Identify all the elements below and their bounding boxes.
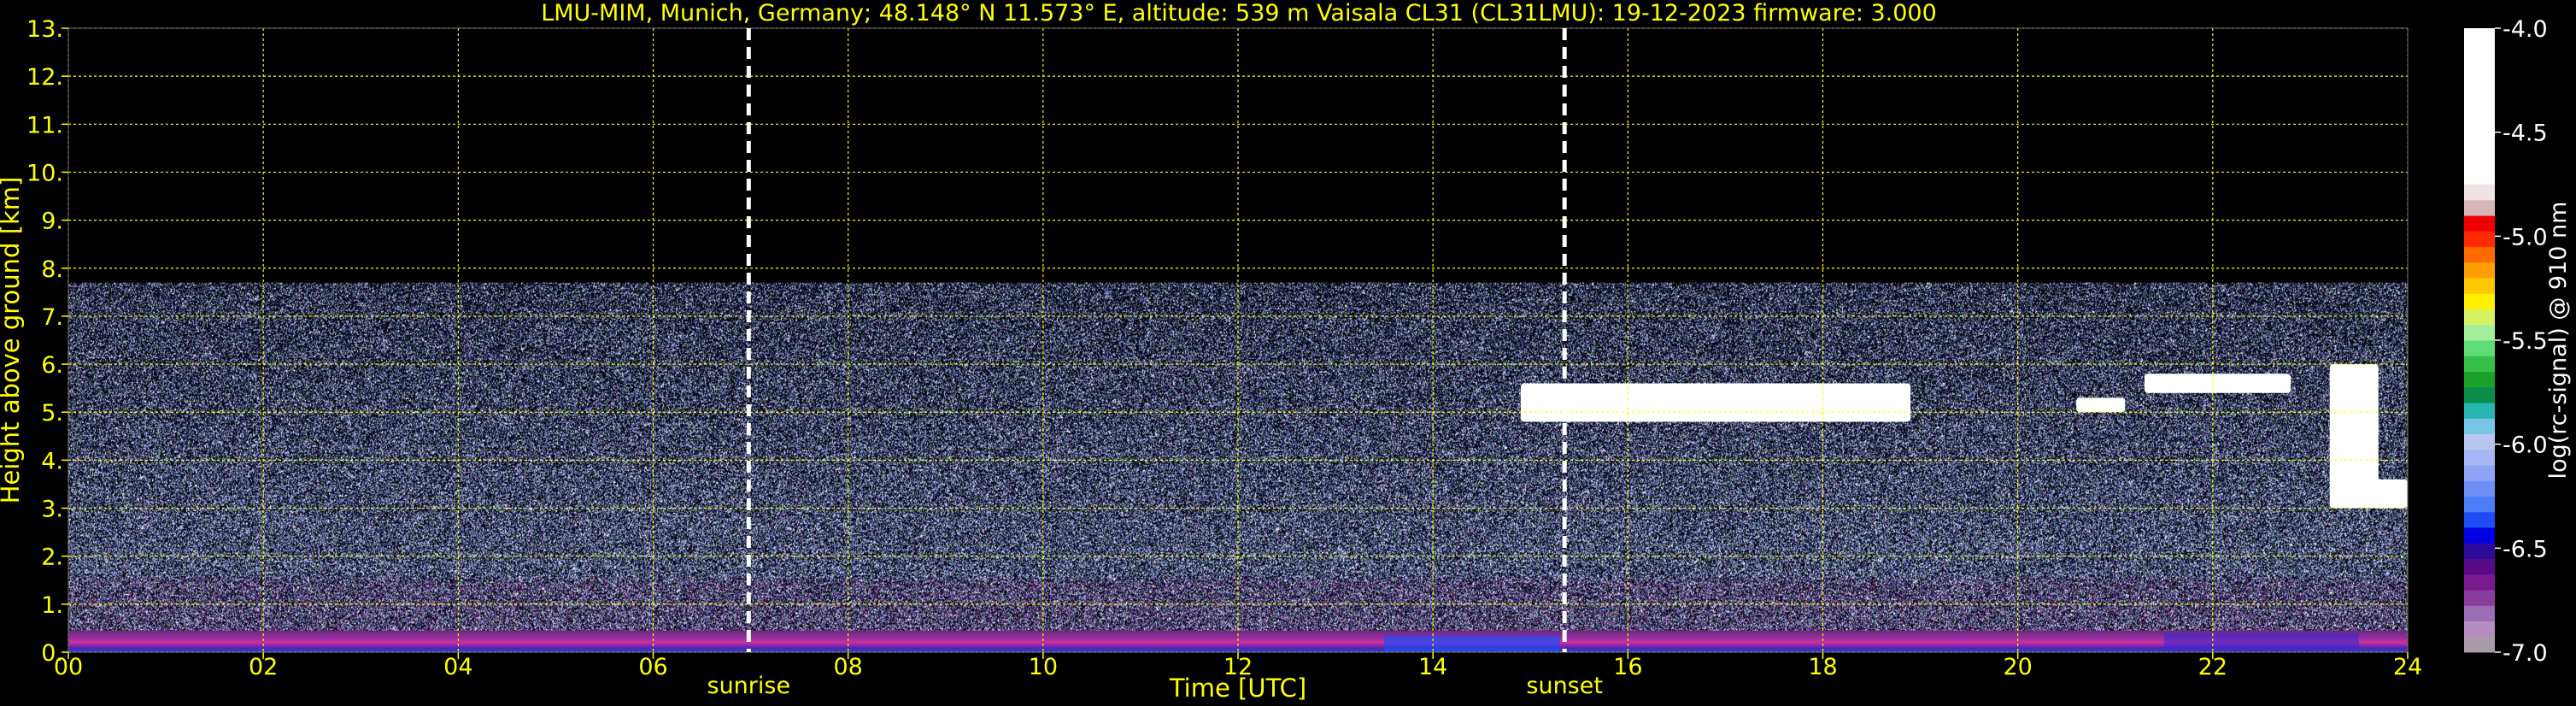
- colorbar-tick-label: -5.5: [2503, 328, 2548, 355]
- colorbar-bin: [2464, 496, 2495, 513]
- colorbar-bin: [2464, 278, 2495, 294]
- colorbar-bin: [2464, 574, 2495, 591]
- plot-area: sunrise sunset: [67, 27, 2409, 699]
- x-tick-label: 06: [638, 654, 667, 680]
- y-tick-label: 13.: [26, 16, 63, 43]
- sunset-label: sunset: [1526, 673, 1603, 699]
- colorbar-tick-label: -5.0: [2503, 224, 2548, 250]
- y-tick-label: 2.: [41, 544, 63, 571]
- y-tick-label: 7.: [41, 304, 63, 331]
- y-tick-label: 3.: [41, 497, 63, 523]
- x-tick-label: 24: [2393, 654, 2422, 680]
- colorbar-bin: [2464, 246, 2495, 263]
- colorbar-bin: [2464, 309, 2495, 326]
- colorbar-bin: [2464, 215, 2495, 232]
- sunrise-label: sunrise: [707, 673, 791, 699]
- x-tick-label: 04: [443, 654, 472, 680]
- colorbar-bin: [2464, 403, 2495, 419]
- cloud-layer: [1520, 383, 1911, 422]
- colorbar-bin: [2464, 480, 2495, 497]
- colorbar-bin: [2464, 449, 2495, 466]
- boundary-layer-peak: [2163, 632, 2359, 652]
- colorbar-bin: [2464, 527, 2495, 544]
- x-tick-label: 08: [833, 654, 862, 680]
- x-axis-label: Time [UTC]: [1169, 674, 1306, 703]
- colorbar-tick-label: -6.5: [2503, 536, 2548, 562]
- colorbar-bin: [2464, 621, 2495, 638]
- colorbar-tick-label: -4.5: [2503, 121, 2548, 147]
- x-tick-label: 20: [2003, 654, 2032, 680]
- colorbar-label: log(rc-signal) @ 910 nm: [2545, 202, 2572, 479]
- colorbar-bin: [2464, 511, 2495, 528]
- colorbar-bin: [2464, 605, 2495, 621]
- colorbar-bin: [2464, 433, 2495, 450]
- colorbar-bin: [2464, 418, 2495, 434]
- colorbar-bin: [2464, 356, 2495, 372]
- colorbar-bin: [2464, 558, 2495, 575]
- colorbar-bin: [2464, 386, 2495, 403]
- y-tick-label: 5.: [41, 400, 63, 427]
- y-tick-label: 11.: [26, 112, 63, 138]
- colorbar-bin: [2464, 590, 2495, 606]
- colorbar-bin: [2464, 465, 2495, 481]
- colorbar-bin: [2464, 184, 2495, 201]
- colorbar-bin: [2464, 324, 2495, 341]
- lidar-backscatter-figure: LMU-MIM, Munich, Germany; 48.148° N 11.5…: [0, 0, 2576, 706]
- y-tick-label: 9.: [41, 209, 63, 235]
- x-tick-label: 14: [1418, 654, 1447, 680]
- y-tick-label: 4.: [41, 448, 63, 474]
- y-tick-label: 8.: [41, 256, 63, 283]
- colorbar-bin: [2464, 293, 2495, 309]
- colorbar-bin: [2464, 340, 2495, 356]
- boundary-layer-peak: [1384, 635, 1560, 652]
- x-tick-label: 22: [2198, 654, 2227, 680]
- colorbar-bin: [2464, 28, 2495, 185]
- cloud-layer: [2076, 397, 2126, 413]
- y-tick-label: 6.: [41, 352, 63, 379]
- x-tick-label: 10: [1029, 654, 1058, 680]
- colorbar-bin: [2464, 262, 2495, 279]
- y-axis-label: Height above ground [km]: [0, 177, 25, 504]
- colorbar-bin: [2464, 231, 2495, 247]
- colorbar-bin: [2464, 543, 2495, 559]
- colorbar-bin: [2464, 636, 2495, 653]
- colorbar-bin: [2464, 371, 2495, 388]
- x-tick-label: 18: [1808, 654, 1837, 680]
- chart-title: LMU-MIM, Munich, Germany; 48.148° N 11.5…: [541, 0, 1937, 26]
- colorbar-tick-label: -4.0: [2503, 16, 2548, 43]
- x-tick-label: 16: [1613, 654, 1642, 680]
- x-tick-label: 02: [249, 654, 278, 680]
- cloud-layer: [2144, 374, 2291, 393]
- cloud-layer: [2349, 479, 2408, 509]
- x-tick-label: 00: [54, 654, 83, 680]
- colorbar-bin: [2464, 199, 2495, 216]
- y-tick-label: 1.: [41, 592, 63, 619]
- y-tick-label: 12.: [26, 64, 63, 91]
- colorbar-tick-label: -6.0: [2503, 432, 2548, 459]
- y-tick-label: 10.: [26, 160, 63, 186]
- colorbar-tick-label: -7.0: [2503, 640, 2548, 667]
